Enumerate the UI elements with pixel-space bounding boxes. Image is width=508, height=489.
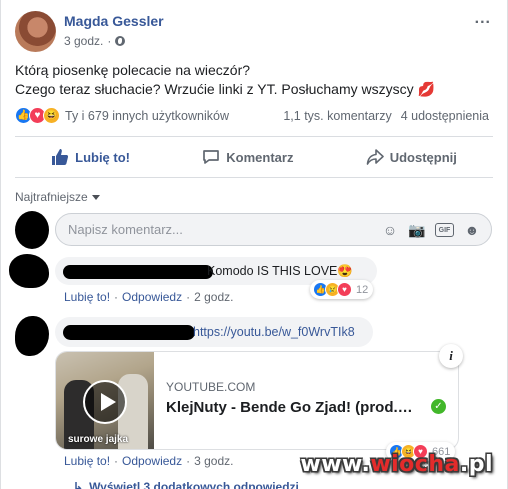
verified-check-icon: ✓ [431,399,446,414]
comment-reply-link[interactable]: Odpowiedz [122,454,182,468]
heart-eyes-emoji: 😍 [337,264,353,278]
post-card: Magda Gessler 3 godz. · ... Którą piosen… [0,0,508,489]
post-text-line-1: Którą piosenkę polecacie na wieczór? [15,62,251,78]
comment-time[interactable]: 3 godz. [194,454,233,468]
engagement-counts: 1,1 tys. komentarzy 4 udostępnienia [283,109,489,123]
kiss-emoji: 💋 [417,81,435,97]
watermark-logo: www.wiocha.pl [300,452,493,477]
camera-icon[interactable]: 📷 [408,221,426,239]
comment-reply-link[interactable]: Odpowiedz [122,290,182,304]
reactions-label: Ty i 679 innych użytkowników [65,108,229,123]
user-avatar-redacted [15,211,49,249]
sort-label: Najtrafniejsze [15,190,88,204]
comment-like-link[interactable]: Lubię to! [64,290,110,304]
post-meta: 3 godz. · [64,34,126,48]
preview-title[interactable]: KlejNuty - Bende Go Zjad! (prod.… [166,399,436,416]
divider [15,136,493,137]
reply-arrow-icon: ↳ [73,480,84,489]
view-more-label: Wyświetl 3 dodatkowych odpowiedzi [89,480,299,489]
comment-button[interactable]: Komentarz [202,148,293,166]
comment-youtube-link[interactable]: https://youtu.be/w_f0WrvTIk8 [193,325,355,339]
redacted-name [63,265,213,279]
comments-count[interactable]: 1,1 tys. komentarzy [283,109,391,123]
info-icon[interactable]: i [439,344,463,368]
comment-actions: Lubię to! · Odpowiedz · 3 godz. [64,454,234,468]
view-more-replies[interactable]: ↳ Wyświetl 3 dodatkowych odpowiedzi [73,480,299,489]
post-time[interactable]: 3 godz. [64,34,103,48]
link-preview-card[interactable]: surowe jajka YOUTUBE.COM KlejNuty - Bend… [55,351,459,450]
reactions-summary[interactable]: 👍 ♥ 😆 Ty i 679 innych użytkowników [15,107,229,124]
author-name[interactable]: Magda Gessler [64,13,164,29]
comment-icon [203,150,220,164]
emoji-icon[interactable]: ☺ [381,221,399,239]
comment-text: Komodo IS THIS LOVE [207,264,338,278]
gif-icon[interactable]: GIF [435,223,454,237]
share-label: Udostępnij [389,149,457,165]
love-icon: ♥ [337,282,352,297]
commenter-avatar-redacted [15,316,49,356]
comment-actions: Lubię to! · Odpowiedz · 2 godz. [64,290,234,304]
comment-composer[interactable]: ☺ 📷 GIF ☻ [55,213,492,246]
like-label: Lubię to! [75,149,131,165]
comment-like-link[interactable]: Lubię to! [64,454,110,468]
share-icon [366,149,384,165]
composer-tools: ☺ 📷 GIF ☻ [381,221,481,239]
divider [15,177,493,178]
preview-domain: YOUTUBE.COM [166,380,256,394]
post-text: Którą piosenkę polecacie na wieczór? Cze… [15,61,435,99]
comment-sort-dropdown[interactable]: Najtrafniejsze [15,190,100,204]
comment-label: Komentarz [226,149,294,165]
globe-icon [115,36,126,46]
more-options-button[interactable]: ... [475,10,491,28]
play-icon[interactable] [83,380,127,424]
redacted-name [63,325,195,340]
commenter-avatar-redacted [9,254,49,288]
sticker-icon[interactable]: ☻ [463,221,481,239]
author-avatar[interactable] [15,11,56,52]
haha-icon: 😆 [43,107,60,124]
shares-count[interactable]: 4 udostępnienia [401,109,489,123]
comment-time[interactable]: 2 godz. [194,290,233,304]
thumbs-up-icon [52,149,69,165]
comment-reactions[interactable]: 👍 😢 ♥ 12 [310,280,374,299]
reaction-count: 12 [356,283,369,296]
post-text-line-2: Czego teraz słuchacie? Wrzućie linki z Y… [15,81,414,97]
caret-down-icon [91,194,100,200]
like-button[interactable]: Lubię to! [51,148,130,166]
thumbnail-caption: surowe jajka [68,434,129,445]
action-bar: Lubię to! Komentarz Udostępnij [15,142,493,172]
video-thumbnail[interactable]: surowe jajka [56,352,154,449]
share-button[interactable]: Udostępnij [366,148,457,166]
comment-input[interactable] [68,214,368,245]
comment-bubble: https://youtu.be/w_f0WrvTIk8 [55,317,373,347]
